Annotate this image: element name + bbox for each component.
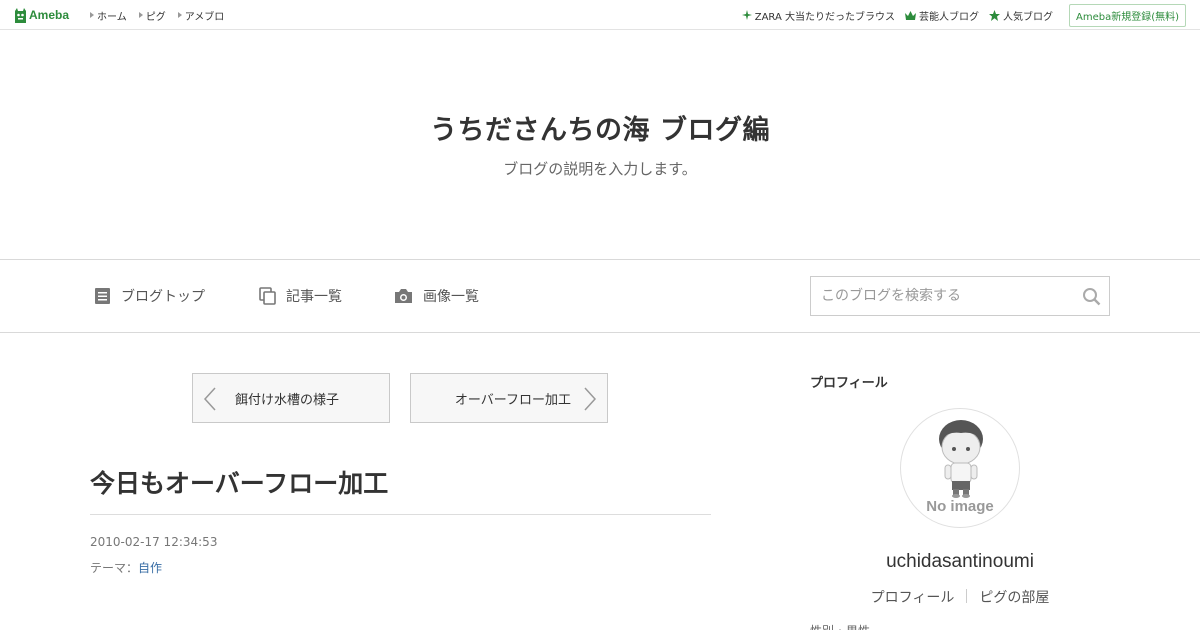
next-entry-button[interactable]: オーバーフロー加工 [410,373,608,423]
trending-topic-link[interactable]: ZARA 大当たりだったブラウス [741,8,895,23]
copy-icon [259,287,276,305]
blog-search [810,276,1110,316]
blog-nav: ブログトップ 記事一覧 画像一覧 [0,259,1200,333]
triangle-right-icon [177,12,182,18]
blog-header: うちださんちの海 ブログ編 ブログの説明を入力します。 [0,30,1200,259]
pigg-room-link[interactable]: ピグの部屋 [979,587,1049,607]
ameba-mascot-icon [15,7,26,23]
profile-links: プロフィール ピグの部屋 [810,587,1110,607]
theme-link[interactable]: 自作 [138,561,162,575]
entry-date: 2010-02-17 12:34:53 [90,535,218,549]
global-nav-pigg[interactable]: ピグ [138,8,166,23]
celebrity-blog-link[interactable]: 芸能人ブログ [904,8,979,23]
entry-title[interactable]: 今日もオーバーフロー加工 [90,464,388,500]
entry-theme: テーマ：自作 [90,559,162,576]
prev-entry-button[interactable]: 餌付け水槽の様子 [192,373,390,423]
popular-blog-link[interactable]: 人気ブログ [988,8,1053,23]
title-divider [90,514,711,515]
document-icon [95,288,110,304]
header-right-links: ZARA 大当たりだったブラウス 芸能人ブログ 人気ブログ Ameba新規登録(… [732,0,1186,30]
logo-text: Ameba [29,8,70,22]
profile-link[interactable]: プロフィール [871,587,955,607]
global-nav-home[interactable]: ホーム [90,8,127,23]
triangle-right-icon [138,12,143,18]
blog-title[interactable]: うちださんちの海 ブログ編 [0,108,1200,147]
crown-icon [904,10,916,20]
global-header: Ameba ホーム ピグ アメブロ ZARA 大当たりだったブラウス 芸能人ブロ… [0,0,1200,30]
global-nav-ameblo[interactable]: アメブロ [177,8,224,23]
blog-description: ブログの説明を入力します。 [503,160,697,178]
nav-blog-top[interactable]: ブログトップ [94,286,205,306]
triangle-right-icon [90,12,94,18]
register-button[interactable]: Ameba新規登録(無料) [1068,3,1186,27]
profile-username[interactable]: uchidasantinoumi [810,551,1110,573]
nav-image-list[interactable]: 画像一覧 [394,286,479,306]
theme-label: テーマ： [90,561,139,575]
search-input[interactable] [811,277,1071,315]
global-nav: ホーム ピグ アメブロ [90,0,236,30]
no-image-label: No image [926,498,994,515]
nav-article-list[interactable]: 記事一覧 [259,286,342,306]
profile-gender: 性別・男性 [810,622,870,630]
profile-heading: プロフィール [810,376,888,391]
chevron-right-icon [584,387,597,411]
ameba-logo[interactable]: Ameba [14,6,69,24]
link-separator [966,589,968,603]
search-icon[interactable] [1082,287,1101,306]
star-icon [988,9,1000,21]
sparkle-icon [741,10,752,20]
camera-icon [395,289,412,303]
chevron-left-icon [203,387,216,411]
